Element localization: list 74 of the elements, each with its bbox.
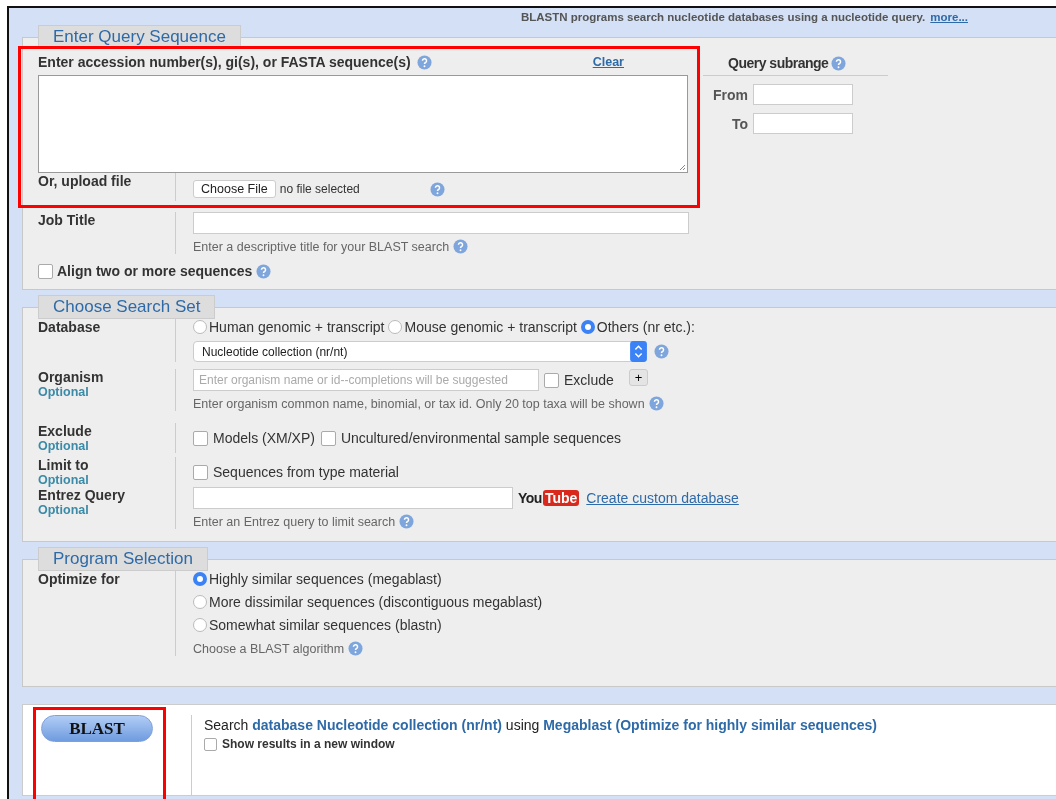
checkbox-label: Exclude: [564, 372, 614, 388]
field-label: Optimize for: [38, 571, 121, 587]
radio-label: Mouse genomic + transcript: [404, 319, 577, 335]
field-label: Job Title: [38, 212, 97, 228]
optional-label: Optional: [38, 473, 90, 487]
section-title: Program Selection: [38, 547, 208, 571]
more-link[interactable]: more...: [930, 10, 968, 23]
help-icon[interactable]: [453, 239, 469, 254]
radio-label: More dissimilar sequences (discontiguous megablast): [209, 594, 543, 610]
choose-file-button[interactable]: Choose File: [193, 180, 276, 198]
organism-field[interactable]: Enter organism name or id--completions will be suggested: [193, 369, 539, 391]
help-icon[interactable]: [256, 263, 272, 279]
to-label: To: [731, 115, 748, 132]
custom-database-link[interactable]: Create custom database: [586, 490, 739, 506]
help-icon[interactable]: [429, 181, 445, 197]
subrange-title: Query subrange: [728, 55, 829, 71]
radio-label: Highly similar sequences (megablast): [209, 571, 442, 587]
database-dropdown[interactable]: Nucleotide collection (nr/nt): [193, 341, 647, 362]
resize-grip-icon[interactable]: [678, 163, 686, 171]
help-icon[interactable]: [416, 54, 432, 70]
checkbox[interactable]: [320, 430, 336, 446]
radio-button[interactable]: [193, 320, 207, 334]
checkbox[interactable]: [193, 430, 208, 446]
add-button[interactable]: +: [628, 369, 649, 386]
checkbox-label: Models (XM/XP): [213, 430, 315, 446]
hint-text: Enter an Entrez query to limit search: [193, 514, 396, 529]
field-label: Entrez Query: [38, 487, 127, 503]
clear-link[interactable]: Clear: [592, 55, 624, 69]
checkbox-label: Uncultured/environmental sample sequences: [340, 430, 622, 446]
help-icon[interactable]: [348, 641, 364, 656]
to-field[interactable]: [753, 113, 853, 134]
radio-button[interactable]: [580, 320, 595, 334]
hint-text: Choose a BLAST algorithm: [193, 641, 345, 656]
field-label: Database: [38, 319, 102, 335]
radio-label: Somewhat similar sequences (blastn): [209, 617, 442, 633]
checkbox[interactable]: [544, 372, 559, 388]
radio-button[interactable]: [193, 595, 207, 609]
stepper-icon[interactable]: [630, 341, 647, 362]
section-title: Enter Query Sequence: [38, 25, 241, 49]
help-icon[interactable]: [831, 55, 847, 71]
radio-button[interactable]: [193, 572, 207, 586]
radio-button[interactable]: [193, 618, 207, 632]
checkbox[interactable]: [38, 263, 53, 279]
from-field[interactable]: [753, 84, 853, 105]
radio-label: Others (nr etc.):: [596, 319, 695, 335]
help-icon[interactable]: [654, 344, 669, 359]
checkbox-label: Align two or more sequences: [57, 263, 253, 279]
section-title: Choose Search Set: [38, 295, 216, 319]
radio-label: Human genomic + transcript: [209, 319, 385, 335]
field-label: Organism: [38, 369, 105, 385]
field-label: Or, upload file: [38, 173, 133, 189]
hint-text: Enter organism common name, binomial, or tax id. Only 20 top taxa will be shown: [193, 396, 645, 411]
search-summary: Search database Nucleotide collection (nr/nt) using Megablast (Optimize for highly similar sequences): [204, 717, 877, 733]
entrez-field[interactable]: [193, 487, 513, 509]
field-label: Enter accession number(s), gi(s), or FASTA sequence(s): [38, 54, 411, 70]
blast-button[interactable]: BLAST: [41, 715, 153, 742]
optional-label: Optional: [38, 385, 90, 399]
from-label: From: [713, 86, 748, 103]
help-icon[interactable]: [648, 396, 664, 411]
help-icon[interactable]: [399, 514, 415, 529]
checkbox-label: Sequences from type material: [213, 464, 399, 480]
radio-button[interactable]: [388, 320, 403, 334]
field-label: Exclude: [38, 423, 93, 439]
field-label: Limit to: [38, 457, 90, 473]
checkbox[interactable]: [204, 737, 217, 751]
file-status: no file selected: [279, 182, 360, 196]
sequence-input[interactable]: [38, 75, 688, 173]
intro-text: BLASTN programs search nucleotide databases using a nucleotide query.: [520, 10, 926, 23]
job-title-field[interactable]: [193, 212, 689, 234]
hint-text: Enter a descriptive title for your BLAST search: [193, 239, 450, 254]
checkbox-label: Show results in a new window: [222, 737, 395, 751]
checkbox[interactable]: [193, 464, 208, 480]
optional-label: Optional: [38, 503, 90, 517]
optional-label: Optional: [38, 439, 90, 453]
